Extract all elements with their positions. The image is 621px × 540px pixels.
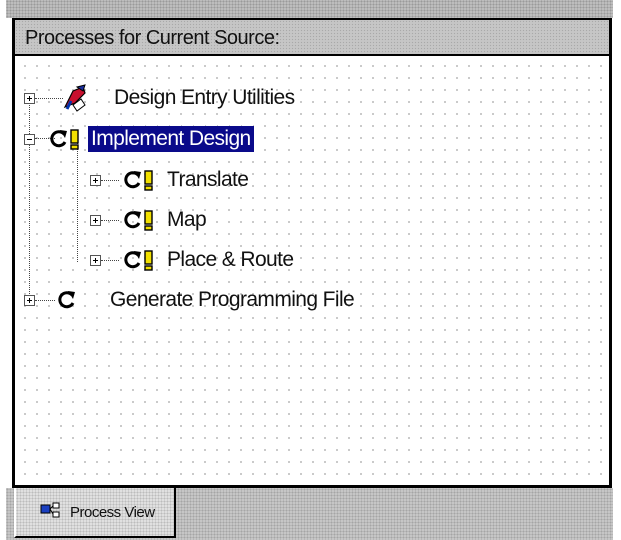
- expand-icon[interactable]: [90, 214, 101, 226]
- tree-item-label: Place & Route: [167, 248, 294, 271]
- tab-label: Process View: [70, 503, 155, 521]
- refresh-icon: [50, 130, 67, 148]
- tree-item-label: Map: [167, 208, 207, 231]
- refresh-icon: [124, 171, 141, 189]
- tree-item-label: Translate: [167, 168, 249, 191]
- tree-item-generate-programming-file[interactable]: Generate Programming File: [24, 283, 357, 317]
- tree-item-translate[interactable]: Translate: [90, 163, 251, 197]
- tree-item-label: Implement Design: [87, 125, 255, 153]
- collapse-icon[interactable]: [24, 133, 35, 145]
- process-view-icon: [40, 502, 60, 518]
- tools-icon: [63, 84, 86, 112]
- expand-icon[interactable]: [24, 92, 35, 104]
- warning-icon: [144, 210, 153, 231]
- warning-icon: [144, 250, 153, 271]
- refresh-icon: [124, 211, 141, 229]
- tree-item-design-entry-utilities[interactable]: Design Entry Utilities: [24, 81, 298, 115]
- window-top-border: [6, 0, 613, 18]
- tree-item-place-and-route[interactable]: Place & Route: [90, 243, 296, 277]
- tree-item-label: Generate Programming File: [110, 288, 355, 311]
- tree-connector: [77, 138, 78, 262]
- refresh-icon: [124, 251, 141, 269]
- warning-icon: [144, 170, 153, 191]
- tree-item-implement-design[interactable]: Implement Design: [24, 122, 255, 156]
- warning-icon: [70, 129, 79, 150]
- panel-header: Processes for Current Source:: [15, 20, 609, 56]
- panel-title: Processes for Current Source:: [25, 27, 280, 49]
- expand-icon[interactable]: [90, 174, 101, 186]
- process-tree: Design Entry Utilities Implement Design: [15, 56, 609, 485]
- refresh-icon: [58, 291, 75, 309]
- tree-item-map[interactable]: Map: [90, 203, 209, 237]
- expand-icon[interactable]: [90, 254, 101, 266]
- tab-process-view[interactable]: Process View: [14, 488, 176, 538]
- expand-icon[interactable]: [24, 294, 35, 306]
- tree-item-label: Design Entry Utilities: [114, 86, 295, 109]
- processes-panel: Processes for Current Source: Design Ent…: [12, 18, 612, 488]
